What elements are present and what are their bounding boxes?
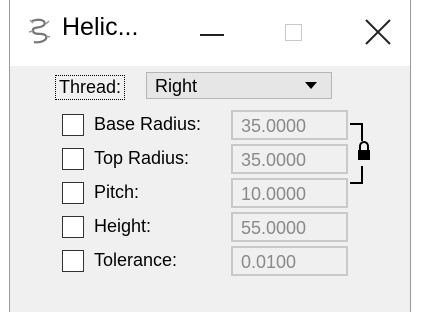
maximize-icon — [285, 24, 302, 41]
close-button[interactable] — [346, 0, 408, 66]
maximize-button[interactable] — [263, 0, 325, 66]
top-radius-value: 35.0000 — [241, 150, 307, 170]
height-value: 55.0000 — [241, 218, 307, 238]
base-radius-checkbox[interactable] — [62, 114, 84, 136]
helix-dialog: Helic... Thread: Right Base Radius: 35.0… — [9, 0, 411, 312]
window-title: Helic... — [62, 13, 139, 41]
chevron-down-icon — [305, 82, 317, 89]
top-radius-checkbox[interactable] — [62, 148, 84, 170]
thread-dropdown[interactable]: Right — [146, 72, 332, 99]
base-radius-field[interactable]: 35.0000 — [231, 110, 348, 140]
dialog-content: Thread: Right Base Radius: 35.0000 Top R… — [10, 66, 410, 312]
base-radius-label: Base Radius: — [94, 114, 202, 134]
close-icon — [365, 19, 391, 45]
height-row: Height: 55.0000 — [10, 212, 410, 242]
tolerance-field[interactable]: 0.0100 — [231, 246, 348, 276]
tolerance-label: Tolerance: — [94, 250, 178, 270]
pitch-value: 10.0000 — [241, 184, 307, 204]
height-label: Height: — [94, 216, 152, 236]
thread-label: Thread: — [55, 75, 126, 100]
minimize-button[interactable] — [182, 0, 244, 66]
tolerance-row: Tolerance: 0.0100 — [10, 246, 410, 276]
thread-dropdown-value: Right — [155, 76, 198, 96]
minimize-icon — [200, 34, 224, 36]
tolerance-value: 0.0100 — [241, 252, 297, 272]
helix-app-icon — [28, 18, 51, 44]
top-radius-field[interactable]: 35.0000 — [231, 144, 348, 174]
height-field[interactable]: 55.0000 — [231, 212, 348, 242]
pitch-checkbox[interactable] — [62, 182, 84, 204]
radius-lock-toggle[interactable] — [350, 123, 376, 184]
top-radius-label: Top Radius: — [94, 148, 190, 168]
base-radius-value: 35.0000 — [241, 116, 307, 136]
lock-icon — [358, 141, 370, 160]
title-bar: Helic... — [10, 0, 410, 66]
tolerance-checkbox[interactable] — [62, 250, 84, 272]
pitch-field[interactable]: 10.0000 — [231, 178, 348, 208]
pitch-label: Pitch: — [94, 182, 140, 202]
height-checkbox[interactable] — [62, 216, 84, 238]
